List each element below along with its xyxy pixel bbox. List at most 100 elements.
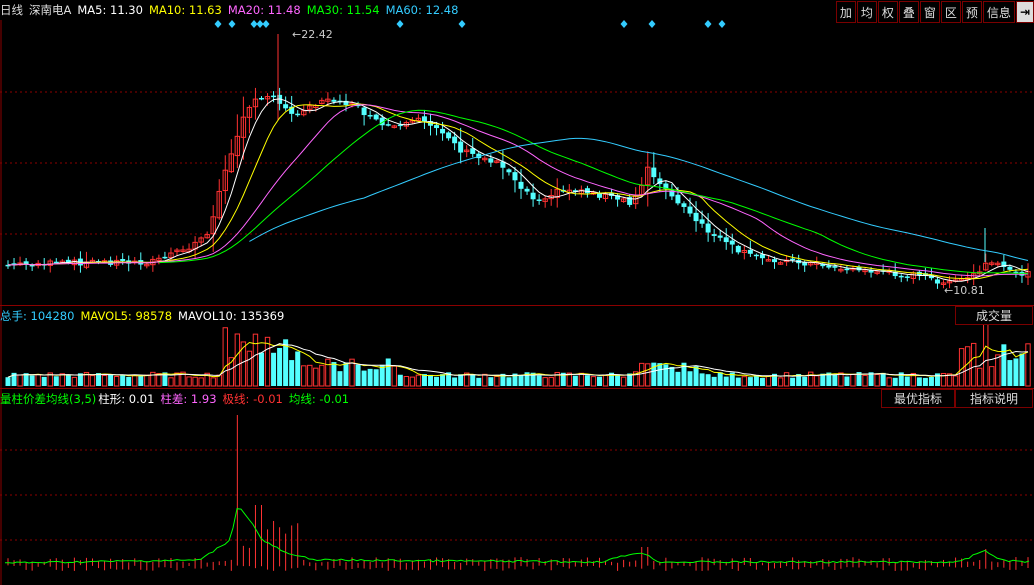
volume-bar xyxy=(41,376,47,386)
volume-bar xyxy=(434,376,440,386)
volume-bar xyxy=(385,358,391,386)
ma5-line xyxy=(7,98,1029,282)
volume-bar xyxy=(337,371,343,386)
candle-body xyxy=(675,194,681,204)
candle-body xyxy=(735,245,741,253)
volume-bar xyxy=(639,362,645,387)
volume-bar xyxy=(168,377,174,387)
volume-bar xyxy=(113,375,120,387)
volume-bar xyxy=(361,370,367,386)
volume-bar xyxy=(995,354,1001,387)
candle-body xyxy=(536,199,542,201)
volume-bar xyxy=(765,375,772,387)
volume-bar xyxy=(584,375,590,386)
volume-bar xyxy=(331,362,337,386)
indicator-title: 量柱价差均线(3,5) xyxy=(0,392,97,406)
volume-bar xyxy=(844,376,850,386)
candle-body xyxy=(753,254,759,257)
indicator-diff-label: 柱差: 1.93 xyxy=(160,392,217,406)
low-price-label: ←10.81 xyxy=(944,284,985,297)
volume-bar xyxy=(922,377,928,386)
volume-bar xyxy=(5,377,11,386)
volume-bar xyxy=(258,352,264,386)
volume-bar xyxy=(89,375,96,387)
volume-bar xyxy=(246,350,253,387)
volume-bar xyxy=(476,377,482,386)
high-price-label: ←22.42 xyxy=(292,28,333,41)
volume-bar xyxy=(488,377,494,386)
volume-bar xyxy=(391,365,397,387)
volume-bar xyxy=(790,377,796,386)
volume-bar xyxy=(1013,358,1019,386)
volume-bar xyxy=(277,347,283,386)
indicator-avg-line xyxy=(4,508,1030,564)
volume-bar xyxy=(711,376,717,386)
volume-bar xyxy=(536,375,542,386)
volume-bar xyxy=(482,373,488,387)
volume-bar xyxy=(850,373,856,387)
volume-bar xyxy=(741,376,748,387)
candle-body xyxy=(120,259,126,261)
volume-bar xyxy=(590,376,597,387)
volume-indicator-button[interactable]: 成交量 xyxy=(955,306,1033,325)
volume-bar xyxy=(29,375,35,386)
volume-bar xyxy=(307,364,313,387)
candle-body xyxy=(331,99,337,102)
volume-bar xyxy=(645,363,651,387)
candle-body xyxy=(596,193,602,198)
candle-body xyxy=(934,279,940,284)
volume-bar xyxy=(470,374,476,386)
candle-body xyxy=(844,268,850,271)
volume-bar xyxy=(862,374,868,387)
volume-bar xyxy=(542,377,548,387)
indicator-pole-label: 极线: -0.01 xyxy=(222,392,283,406)
candle-body xyxy=(681,203,687,207)
volume-bar xyxy=(53,376,59,386)
volume-bar xyxy=(409,376,416,387)
signal-diamond-icon xyxy=(648,20,656,28)
candle-body xyxy=(258,97,264,100)
volume-bar xyxy=(620,376,627,387)
volume-bar xyxy=(717,372,723,386)
volume-bar xyxy=(397,374,403,386)
volume-bar xyxy=(192,376,198,387)
best-indicator-button[interactable]: 最优指标 xyxy=(881,389,955,408)
signal-diamond-icon xyxy=(228,20,236,28)
volume-bar xyxy=(120,375,126,386)
indicator-explain-button[interactable]: 指标说明 xyxy=(955,389,1033,408)
volume-bar xyxy=(952,375,959,387)
volume-bar xyxy=(271,352,277,386)
volume-bar xyxy=(832,374,838,386)
volume-bar xyxy=(615,374,621,386)
candle-body xyxy=(729,240,735,245)
indicator-header: 量柱价差均线(3,5) 柱形: 0.01 柱差: 1.93 极线: -0.01 … xyxy=(0,389,1034,409)
volume-bar xyxy=(747,377,753,386)
mavol5-line xyxy=(7,341,1029,378)
ma10-line xyxy=(7,103,1029,280)
volume-bar xyxy=(675,371,681,386)
volume-bar xyxy=(657,363,663,386)
candle-body xyxy=(162,256,168,259)
volume-bar xyxy=(403,376,410,387)
volume-bar xyxy=(886,377,892,387)
candle-body xyxy=(385,124,391,126)
volume-bar xyxy=(415,374,422,387)
signal-diamond-icon xyxy=(620,20,628,28)
volume-bar xyxy=(578,372,585,387)
volume-bar xyxy=(1025,343,1031,387)
candle-body xyxy=(832,266,838,268)
volume-bar xyxy=(964,346,971,387)
volume-bar xyxy=(699,373,705,386)
candle-body xyxy=(790,258,796,261)
candle-body xyxy=(458,141,464,153)
stock-chart-canvas[interactable]: ←22.42 ←10.81 xyxy=(0,0,1034,585)
volume-bar xyxy=(144,374,150,387)
candle-body xyxy=(705,223,711,233)
candle-body xyxy=(687,206,693,214)
volume-bar xyxy=(343,362,349,386)
volume-bar xyxy=(802,376,808,386)
candle-body xyxy=(772,259,778,263)
mavol5-label: MAVOL5: 98578 xyxy=(80,309,173,323)
volume-bar xyxy=(735,377,741,386)
volume-bar xyxy=(783,372,790,387)
